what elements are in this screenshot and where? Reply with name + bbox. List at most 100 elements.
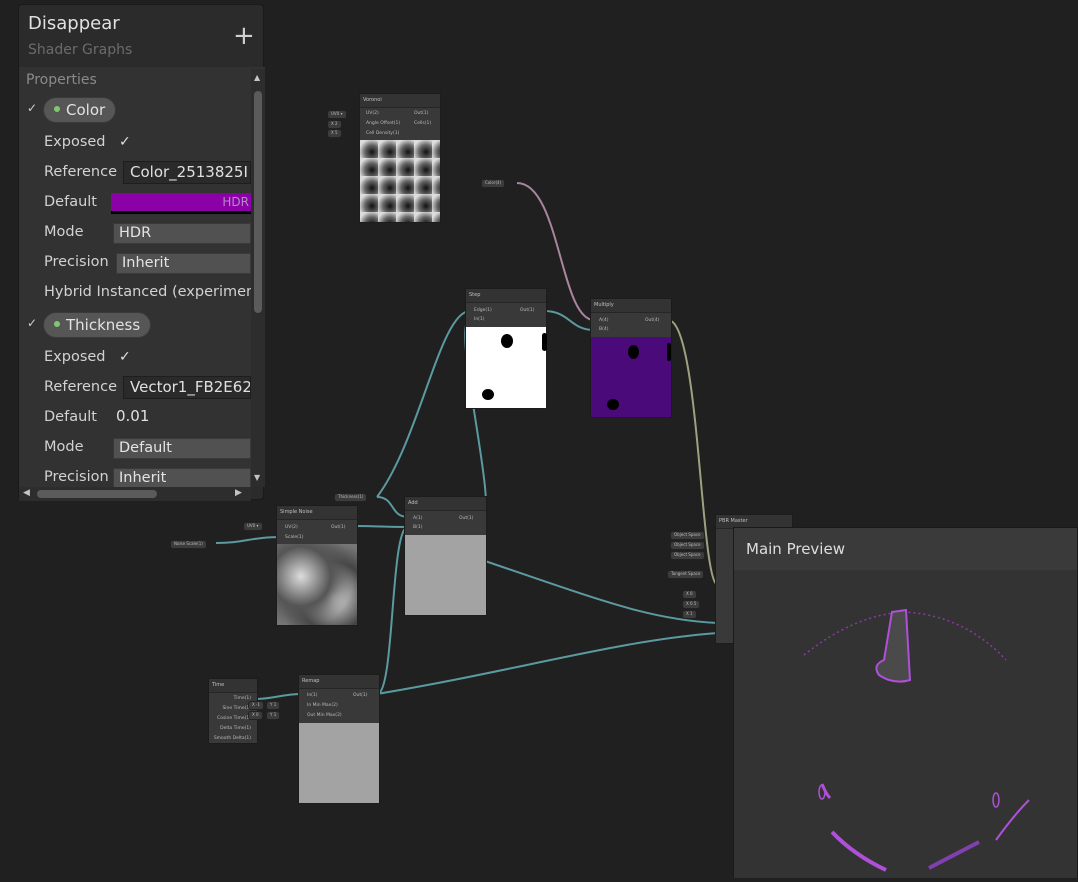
- port-uv[interactable]: UV(2): [366, 111, 379, 116]
- scroll-left-icon[interactable]: ◀: [23, 488, 30, 498]
- thickness-property-node[interactable]: Thickness(1): [334, 493, 368, 502]
- y-chip[interactable]: Y 1: [266, 701, 281, 710]
- node-title: Time: [209, 679, 257, 693]
- port-delta-time[interactable]: Delta Time(1): [220, 726, 251, 731]
- scroll-down-icon[interactable]: ▼: [254, 473, 260, 482]
- port-out[interactable]: Out(1): [520, 308, 535, 313]
- port-in-min-max[interactable]: In Min Max(2): [307, 703, 338, 708]
- multiply-node[interactable]: Multiply A(4) B(4) Out(4): [590, 298, 672, 418]
- property-color[interactable]: ✓ Color: [19, 97, 251, 123]
- space-chip[interactable]: Object Space: [670, 551, 705, 560]
- port-out-min-max[interactable]: Out Min Max(2): [307, 713, 342, 718]
- port-in[interactable]: In(1): [307, 693, 318, 698]
- uv-chip[interactable]: UV0 ▾: [243, 522, 263, 531]
- port-out[interactable]: Out(1): [414, 111, 429, 116]
- precision-label: Precision: [44, 469, 109, 485]
- port-in[interactable]: In(1): [474, 317, 485, 322]
- exposed-checkbox[interactable]: ✓: [119, 349, 131, 365]
- hybrid-instanced-label[interactable]: Hybrid Instanced (experiment: [44, 284, 251, 300]
- mode-dropdown[interactable]: Default: [113, 438, 251, 459]
- precision-dropdown[interactable]: Inherit: [113, 468, 251, 487]
- properties-header: Properties: [26, 72, 97, 88]
- vertical-scrollbar[interactable]: ▲ ▼: [251, 69, 265, 487]
- default-label: Default: [44, 409, 97, 425]
- node-title: Remap: [299, 675, 379, 689]
- x-chip[interactable]: X -1: [248, 701, 264, 710]
- color-property-node[interactable]: Color(4): [481, 179, 506, 188]
- port-cosine-time[interactable]: Cosine Time(1): [217, 716, 251, 721]
- port-a[interactable]: A(4): [599, 318, 608, 323]
- space-chip[interactable]: Object Space: [670, 541, 705, 550]
- node-title: Add: [405, 497, 486, 511]
- mode-dropdown[interactable]: HDR: [113, 223, 251, 244]
- port-time[interactable]: Time(1): [234, 696, 251, 701]
- x-chip[interactable]: X 0: [248, 711, 263, 720]
- default-label: Default: [44, 194, 97, 210]
- chevron-down-icon[interactable]: ✓: [27, 101, 37, 115]
- port-edge[interactable]: Edge(1): [474, 308, 492, 313]
- port-b[interactable]: B(4): [599, 327, 608, 332]
- port-out[interactable]: Out(4): [645, 318, 660, 323]
- scrollbar-thumb[interactable]: [37, 490, 157, 498]
- node-title: Voronoi: [360, 94, 440, 108]
- x-chip[interactable]: X 2: [327, 120, 342, 129]
- property-pill-thickness[interactable]: Thickness: [43, 312, 152, 338]
- preview-viewport[interactable]: [734, 570, 1077, 878]
- port-sine-time[interactable]: Sine Time(1): [222, 706, 251, 711]
- port-out[interactable]: Out(1): [353, 693, 368, 698]
- port-cells[interactable]: Cells(1): [414, 121, 431, 126]
- property-thickness[interactable]: ✓ Thickness: [19, 312, 251, 338]
- exposed-checkbox[interactable]: ✓: [119, 134, 131, 150]
- precision-dropdown[interactable]: Inherit: [116, 253, 251, 274]
- remap-preview: [299, 723, 379, 803]
- x-chip[interactable]: X 5: [327, 129, 342, 138]
- voronoi-preview: [360, 140, 440, 222]
- remap-node[interactable]: Remap In(1) In Min Max(2) Out Min Max(2)…: [298, 674, 380, 804]
- node-title: Multiply: [591, 299, 671, 313]
- noise-scale-property-node[interactable]: Noise Scale(1): [170, 540, 207, 549]
- add-property-button[interactable]: +: [233, 23, 255, 49]
- space-chip[interactable]: Tangent Space: [667, 570, 705, 579]
- port-cell-density[interactable]: Cell Density(1): [366, 131, 399, 136]
- port-scale[interactable]: Scale(1): [285, 535, 303, 540]
- port-b[interactable]: B(1): [413, 525, 422, 530]
- step-node[interactable]: Step Edge(1) In(1) Out(1): [465, 288, 547, 409]
- uv-chip[interactable]: UV0 ▾: [327, 110, 347, 119]
- multiply-preview: [591, 337, 671, 417]
- port-a[interactable]: A(1): [413, 516, 422, 521]
- main-preview-header[interactable]: Main Preview: [734, 528, 1077, 570]
- port-uv[interactable]: UV(2): [285, 525, 298, 530]
- x-chip[interactable]: X 0: [682, 590, 697, 599]
- preview-render: [803, 608, 1030, 872]
- property-pill-color[interactable]: Color: [43, 97, 117, 123]
- exposed-label: Exposed: [44, 349, 106, 365]
- port-angle-offset[interactable]: Angle Offset(1): [366, 121, 400, 126]
- chevron-down-icon[interactable]: ✓: [27, 316, 37, 330]
- blackboard-panel[interactable]: Disappear Shader Graphs + Properties ✓ C…: [18, 4, 265, 501]
- port-smooth-delta[interactable]: Smooth Delta(1): [214, 736, 251, 741]
- default-color-field[interactable]: HDR: [111, 193, 251, 214]
- x-chip[interactable]: X 1: [682, 610, 697, 619]
- voronoi-node[interactable]: Voronoi UV(2) Angle Offset(1) Cell Densi…: [359, 93, 441, 223]
- port-out[interactable]: Out(1): [459, 516, 474, 521]
- default-value-field[interactable]: 0.01: [110, 406, 251, 429]
- y-chip[interactable]: Y 1: [266, 711, 281, 720]
- space-chip[interactable]: Object Space: [670, 531, 705, 540]
- port-out[interactable]: Out(1): [331, 525, 346, 530]
- node-title: Step: [466, 289, 546, 303]
- x-chip[interactable]: X 0.5: [682, 600, 701, 609]
- scroll-up-icon[interactable]: ▲: [254, 73, 260, 82]
- reference-field[interactable]: Vector1_FB2E62: [123, 376, 251, 399]
- add-preview: [405, 535, 486, 615]
- reference-field[interactable]: Color_2513825I: [123, 161, 251, 184]
- property-name: Thickness: [66, 316, 141, 334]
- simple-noise-node[interactable]: Simple Noise UV(2) Scale(1) Out(1): [276, 505, 358, 626]
- node-title: Simple Noise: [277, 506, 357, 520]
- scroll-right-icon[interactable]: ▶: [235, 488, 242, 498]
- main-preview-panel[interactable]: Main Preview: [733, 527, 1078, 878]
- add-node[interactable]: Add A(1) B(1) Out(1): [404, 496, 487, 616]
- scrollbar-thumb[interactable]: [254, 91, 262, 313]
- exposed-dot-icon: [54, 105, 60, 112]
- horizontal-scrollbar[interactable]: ◀ ▶: [19, 487, 251, 501]
- graph-subtitle: Shader Graphs: [28, 42, 133, 58]
